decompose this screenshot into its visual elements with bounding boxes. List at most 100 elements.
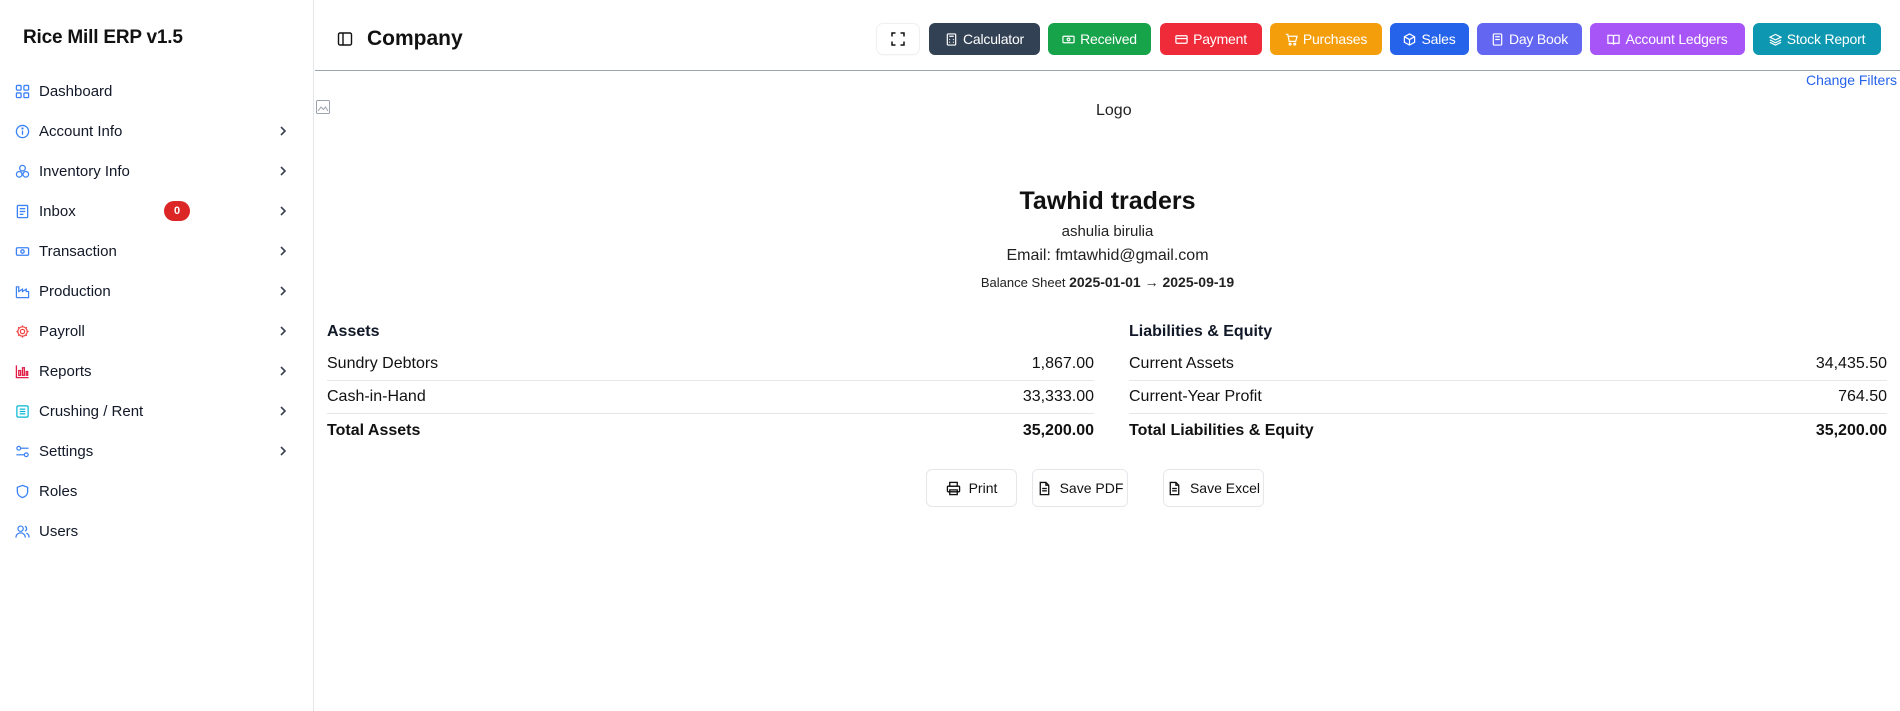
print-button[interactable]: Print: [926, 469, 1017, 507]
save-pdf-button-label: Save PDF: [1059, 480, 1124, 496]
sidebar-item-label: Roles: [39, 482, 78, 500]
fullscreen-button[interactable]: [877, 24, 919, 54]
sidebar-item-account-info[interactable]: Account Info: [0, 111, 314, 151]
day-book-button[interactable]: Day Book: [1477, 23, 1582, 55]
liabilities-section: Liabilities & Equity Current Assets 34,4…: [1129, 316, 1887, 447]
account-ledgers-button-label: Account Ledgers: [1625, 31, 1728, 47]
sidebar-item-label: Crushing / Rent: [39, 402, 144, 420]
total-label: Total Assets: [327, 421, 421, 439]
table-row: Sundry Debtors 1,867.00: [327, 348, 1094, 381]
purchases-button-label: Purchases: [1302, 31, 1368, 47]
total-value: 35,200.00: [1815, 421, 1887, 439]
payment-button[interactable]: Payment: [1160, 23, 1262, 55]
row-label: Cash-in-Hand: [327, 388, 426, 405]
table-row: Cash-in-Hand 33,333.00: [327, 381, 1094, 414]
boxes-icon: [15, 164, 30, 179]
sidebar: Rice Mill ERP v1.5 Dashboard Account Inf…: [0, 0, 314, 711]
chevron-right-icon: [280, 166, 287, 176]
save-excel-button-label: Save Excel: [1189, 480, 1261, 496]
expand-icon: [891, 32, 905, 46]
sidebar-item-reports[interactable]: Reports: [0, 351, 314, 391]
sidebar-item-label: Transaction: [39, 242, 117, 260]
users-icon: [15, 524, 30, 539]
banknote-icon: [1062, 35, 1075, 43]
total-value: 35,200.00: [1022, 421, 1094, 439]
document-icon: [15, 204, 30, 219]
company-email: Email: fmtawhid@gmail.com: [1006, 247, 1209, 264]
sidebar-item-settings[interactable]: Settings: [0, 431, 314, 471]
row-value: 764.50: [1838, 388, 1887, 405]
gear-icon: [15, 324, 30, 339]
sidebar-item-label: Reports: [39, 362, 92, 380]
report-name: Balance Sheet: [980, 275, 1066, 290]
open-book-icon: [1607, 34, 1621, 45]
table-row: Current-Year Profit 764.50: [1129, 381, 1887, 414]
save-pdf-button[interactable]: Save PDF: [1032, 469, 1128, 507]
app-brand: Rice Mill ERP v1.5: [23, 27, 183, 48]
sidebar-item-inbox[interactable]: Inbox 0: [0, 191, 314, 231]
book-icon: [1492, 32, 1503, 46]
sliders-icon: [15, 444, 30, 459]
row-value: 34,435.50: [1815, 355, 1887, 372]
chevron-right-icon: [280, 206, 287, 216]
sidebar-item-transaction[interactable]: Transaction: [0, 231, 314, 271]
sidebar-nav: Dashboard Account Info Inventory Info In…: [0, 71, 314, 551]
layers-icon: [1768, 33, 1782, 46]
company-address: ashulia birulia: [1061, 223, 1154, 240]
purchases-button[interactable]: Purchases: [1270, 23, 1382, 55]
account-ledgers-button[interactable]: Account Ledgers: [1590, 23, 1745, 55]
report-date-range: 2025-01-01 → 2025-09-19: [1069, 274, 1235, 290]
page-title: Company: [367, 27, 463, 50]
row-label: Current Assets: [1129, 355, 1234, 372]
stock-report-button[interactable]: Stock Report: [1753, 23, 1881, 55]
company-name: Tawhid traders: [1019, 187, 1196, 215]
sidebar-item-label: Inventory Info: [39, 162, 130, 180]
package-icon: [1404, 32, 1416, 46]
credit-card-icon: [1175, 34, 1188, 44]
chevron-right-icon: [280, 446, 287, 456]
sidebar-item-payroll[interactable]: Payroll: [0, 311, 314, 351]
sidebar-item-dashboard[interactable]: Dashboard: [0, 71, 314, 111]
day-book-button-label: Day Book: [1508, 31, 1569, 47]
printer-icon: [946, 481, 960, 495]
change-filters-link[interactable]: Change Filters: [1806, 72, 1897, 88]
shield-icon: [15, 484, 30, 499]
sidebar-item-users[interactable]: Users: [0, 511, 314, 551]
chevron-right-icon: [280, 326, 287, 336]
total-label: Total Liabilities & Equity: [1129, 421, 1314, 439]
assets-section: Assets Sundry Debtors 1,867.00 Cash-in-H…: [327, 316, 1094, 447]
company-logo: Logo: [1096, 102, 1132, 119]
chevron-right-icon: [280, 286, 287, 296]
sidebar-item-inventory-info[interactable]: Inventory Info: [0, 151, 314, 191]
table-row: Current Assets 34,435.50: [1129, 348, 1887, 381]
top-header: Company Calculator Received Payment Purc…: [315, 10, 1900, 71]
received-button[interactable]: Received: [1048, 23, 1151, 55]
calculator-icon: [946, 32, 957, 46]
sidebar-item-crushing-rent[interactable]: Crushing / Rent: [0, 391, 314, 431]
liabilities-heading: Liabilities & Equity: [1129, 323, 1273, 340]
file-icon: [1169, 481, 1180, 495]
row-value: 33,333.00: [1022, 388, 1094, 405]
broken-image-icon: [316, 100, 330, 114]
stock-report-button-label: Stock Report: [1786, 31, 1866, 47]
save-excel-button[interactable]: Save Excel: [1163, 469, 1264, 507]
chevron-right-icon: [280, 406, 287, 416]
sidebar-item-label: Account Info: [39, 122, 123, 140]
sidebar-item-label: Payroll: [39, 322, 85, 340]
row-label: Current-Year Profit: [1129, 388, 1262, 405]
info-icon: [15, 124, 30, 139]
sales-button-label: Sales: [1421, 31, 1456, 47]
sidebar-toggle-icon[interactable]: [337, 31, 353, 47]
sales-button[interactable]: Sales: [1390, 23, 1469, 55]
calculator-button[interactable]: Calculator: [929, 23, 1040, 55]
row-label: Sundry Debtors: [327, 355, 439, 372]
sidebar-item-production[interactable]: Production: [0, 271, 314, 311]
report-subtitle: Balance Sheet 2025-01-01 → 2025-09-19: [315, 274, 1900, 290]
sidebar-item-roles[interactable]: Roles: [0, 471, 314, 511]
sidebar-item-label: Dashboard: [39, 82, 113, 100]
chevron-right-icon: [280, 246, 287, 256]
assets-heading: Assets: [327, 323, 380, 340]
print-button-label: Print: [968, 480, 998, 496]
inbox-count-badge: 0: [164, 201, 190, 221]
chevron-right-icon: [280, 126, 287, 136]
